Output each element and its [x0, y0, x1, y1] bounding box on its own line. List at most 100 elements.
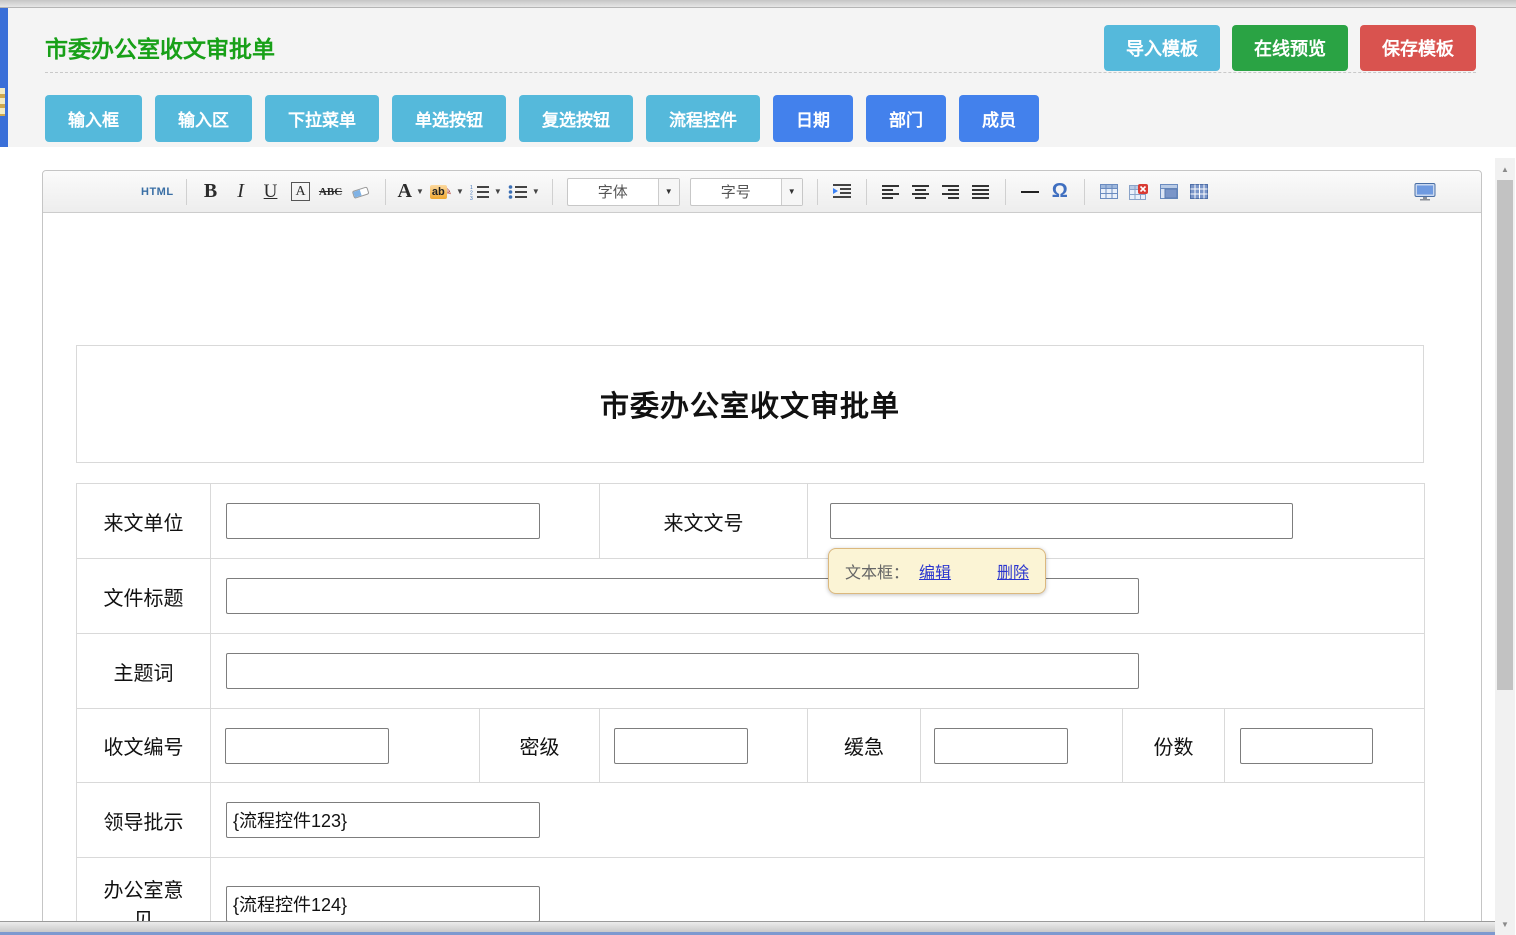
header-actions: 导入模板 在线预览 保存模板 — [1104, 25, 1476, 71]
html-source-icon[interactable]: HTML — [141, 178, 174, 206]
align-left-icon[interactable] — [879, 178, 903, 206]
office-opinion-input[interactable] — [226, 886, 540, 922]
receipt-number-input[interactable] — [225, 728, 389, 764]
cell-leader-instructions — [210, 783, 1424, 857]
vertical-scrollbar[interactable]: ▲ ▼ — [1495, 158, 1515, 935]
widget-date-button[interactable]: 日期 — [773, 95, 853, 142]
scroll-down-icon[interactable]: ▼ — [1495, 916, 1515, 932]
widget-checkbox-button[interactable]: 复选按钮 — [519, 95, 633, 142]
widget-button-row: 输入框 输入区 下拉菜单 单选按钮 复选按钮 流程控件 日期 部门 成员 — [45, 95, 1039, 142]
save-template-button[interactable]: 保存模板 — [1360, 25, 1476, 71]
horizontal-rule-icon[interactable] — [1018, 178, 1042, 206]
fullscreen-icon[interactable] — [1413, 178, 1437, 206]
toolbar-separator — [817, 179, 818, 205]
highlight-color-icon[interactable]: ab ✎ ▼ — [430, 178, 464, 206]
cell-incoming-unit — [210, 484, 599, 558]
label-document-title: 文件标题 — [77, 559, 210, 633]
indent-icon[interactable] — [830, 178, 854, 206]
svg-text:3: 3 — [470, 196, 473, 200]
editor-document[interactable]: 市委办公室收文审批单 来文单位 来文文号 文件标题 — [43, 345, 1481, 935]
table-row: 文件标题 — [77, 558, 1424, 633]
cell-incoming-doc-number — [807, 484, 1424, 558]
label-incoming-unit: 来文单位 — [77, 484, 210, 558]
page: 市委办公室收文审批单 导入模板 在线预览 保存模板 输入框 输入区 下拉菜单 单… — [0, 0, 1516, 935]
header-panel: 市委办公室收文审批单 导入模板 在线预览 保存模板 输入框 输入区 下拉菜单 单… — [8, 8, 1516, 147]
label-subject-words: 主题词 — [77, 634, 210, 708]
background-window-edge — [0, 8, 8, 147]
label-incoming-doc-number: 来文文号 — [599, 484, 807, 558]
table-row: 主题词 — [77, 633, 1424, 708]
align-center-icon[interactable] — [909, 178, 933, 206]
chevron-down-icon[interactable]: ▼ — [658, 179, 679, 205]
scroll-up-icon[interactable]: ▲ — [1495, 161, 1515, 177]
cell-receipt-number — [210, 709, 479, 782]
chevron-down-icon[interactable]: ▼ — [781, 179, 802, 205]
form-title: 市委办公室收文审批单 — [600, 383, 900, 425]
delete-widget-link[interactable]: 删除 — [997, 559, 1029, 583]
cell-urgency — [920, 709, 1122, 782]
font-color-icon[interactable]: A ▼ — [398, 178, 424, 206]
strikethrough-icon[interactable]: ABC — [319, 178, 343, 206]
header-divider — [45, 72, 1476, 73]
cell-subject-words — [210, 634, 1424, 708]
align-right-icon[interactable] — [939, 178, 963, 206]
background-window-fragment — [0, 88, 5, 116]
window-bottom-frame — [0, 921, 1495, 935]
incoming-unit-input[interactable] — [226, 503, 540, 539]
copies-input[interactable] — [1240, 728, 1373, 764]
secrecy-level-input[interactable] — [614, 728, 748, 764]
italic-icon[interactable]: I — [229, 178, 253, 206]
widget-radio-button[interactable]: 单选按钮 — [392, 95, 506, 142]
eraser-icon[interactable] — [349, 178, 373, 206]
incoming-doc-number-input[interactable] — [830, 503, 1293, 539]
widget-member-button[interactable]: 成员 — [959, 95, 1039, 142]
font-style-icon[interactable]: A — [289, 178, 313, 206]
subject-words-input[interactable] — [226, 653, 1139, 689]
widget-flow-control-button[interactable]: 流程控件 — [646, 95, 760, 142]
rich-text-editor: HTML B I U A ABC A ▼ — [42, 170, 1482, 935]
editor-toolbar: HTML B I U A ABC A ▼ — [43, 171, 1481, 213]
toolbar-separator — [866, 179, 867, 205]
table-cell-properties-icon[interactable] — [1157, 178, 1181, 206]
textbox-widget-tooltip: 文本框： 编辑 删除 — [828, 548, 1046, 594]
label-urgency: 缓急 — [807, 709, 920, 782]
toolbar-separator — [385, 179, 386, 205]
table-row: 收文编号 密级 缓急 份数 — [77, 708, 1424, 782]
widget-department-button[interactable]: 部门 — [866, 95, 946, 142]
table-row: 来文单位 来文文号 — [77, 484, 1424, 558]
label-secrecy-level: 密级 — [479, 709, 599, 782]
tooltip-label: 文本框： — [845, 559, 909, 583]
widget-textarea-button[interactable]: 输入区 — [155, 95, 252, 142]
online-preview-button[interactable]: 在线预览 — [1232, 25, 1348, 71]
cell-secrecy-level — [599, 709, 807, 782]
leader-instructions-input[interactable] — [226, 802, 540, 838]
unordered-list-icon[interactable]: ▼ — [508, 178, 540, 206]
scrollbar-thumb[interactable] — [1497, 180, 1513, 690]
window-top-frame — [0, 0, 1516, 8]
page-title: 市委办公室收文审批单 — [45, 30, 275, 64]
toolbar-separator — [1084, 179, 1085, 205]
special-character-icon[interactable]: Ω — [1048, 178, 1072, 206]
form-title-cell: 市委办公室收文审批单 — [76, 345, 1424, 463]
toolbar-separator — [186, 179, 187, 205]
label-receipt-number: 收文编号 — [77, 709, 210, 782]
bold-icon[interactable]: B — [199, 178, 223, 206]
toolbar-separator — [1005, 179, 1006, 205]
urgency-input[interactable] — [934, 728, 1068, 764]
delete-table-icon[interactable] — [1127, 178, 1151, 206]
edit-widget-link[interactable]: 编辑 — [919, 559, 951, 583]
font-family-select[interactable]: 字体 ▼ — [567, 178, 680, 206]
import-template-button[interactable]: 导入模板 — [1104, 25, 1220, 71]
align-justify-icon[interactable] — [969, 178, 993, 206]
font-size-select[interactable]: 字号 ▼ — [690, 178, 803, 206]
toolbar-separator — [552, 179, 553, 205]
insert-table-icon[interactable] — [1097, 178, 1121, 206]
widget-input-box-button[interactable]: 输入框 — [45, 95, 142, 142]
label-leader-instructions: 领导批示 — [77, 783, 210, 857]
ordered-list-icon[interactable]: 1 2 3 ▼ — [470, 178, 502, 206]
underline-icon[interactable]: U — [259, 178, 283, 206]
form-table: 来文单位 来文文号 文件标题 — [76, 483, 1425, 935]
widget-dropdown-button[interactable]: 下拉菜单 — [265, 95, 379, 142]
table-properties-icon[interactable] — [1187, 178, 1211, 206]
cell-document-title — [210, 559, 1424, 633]
